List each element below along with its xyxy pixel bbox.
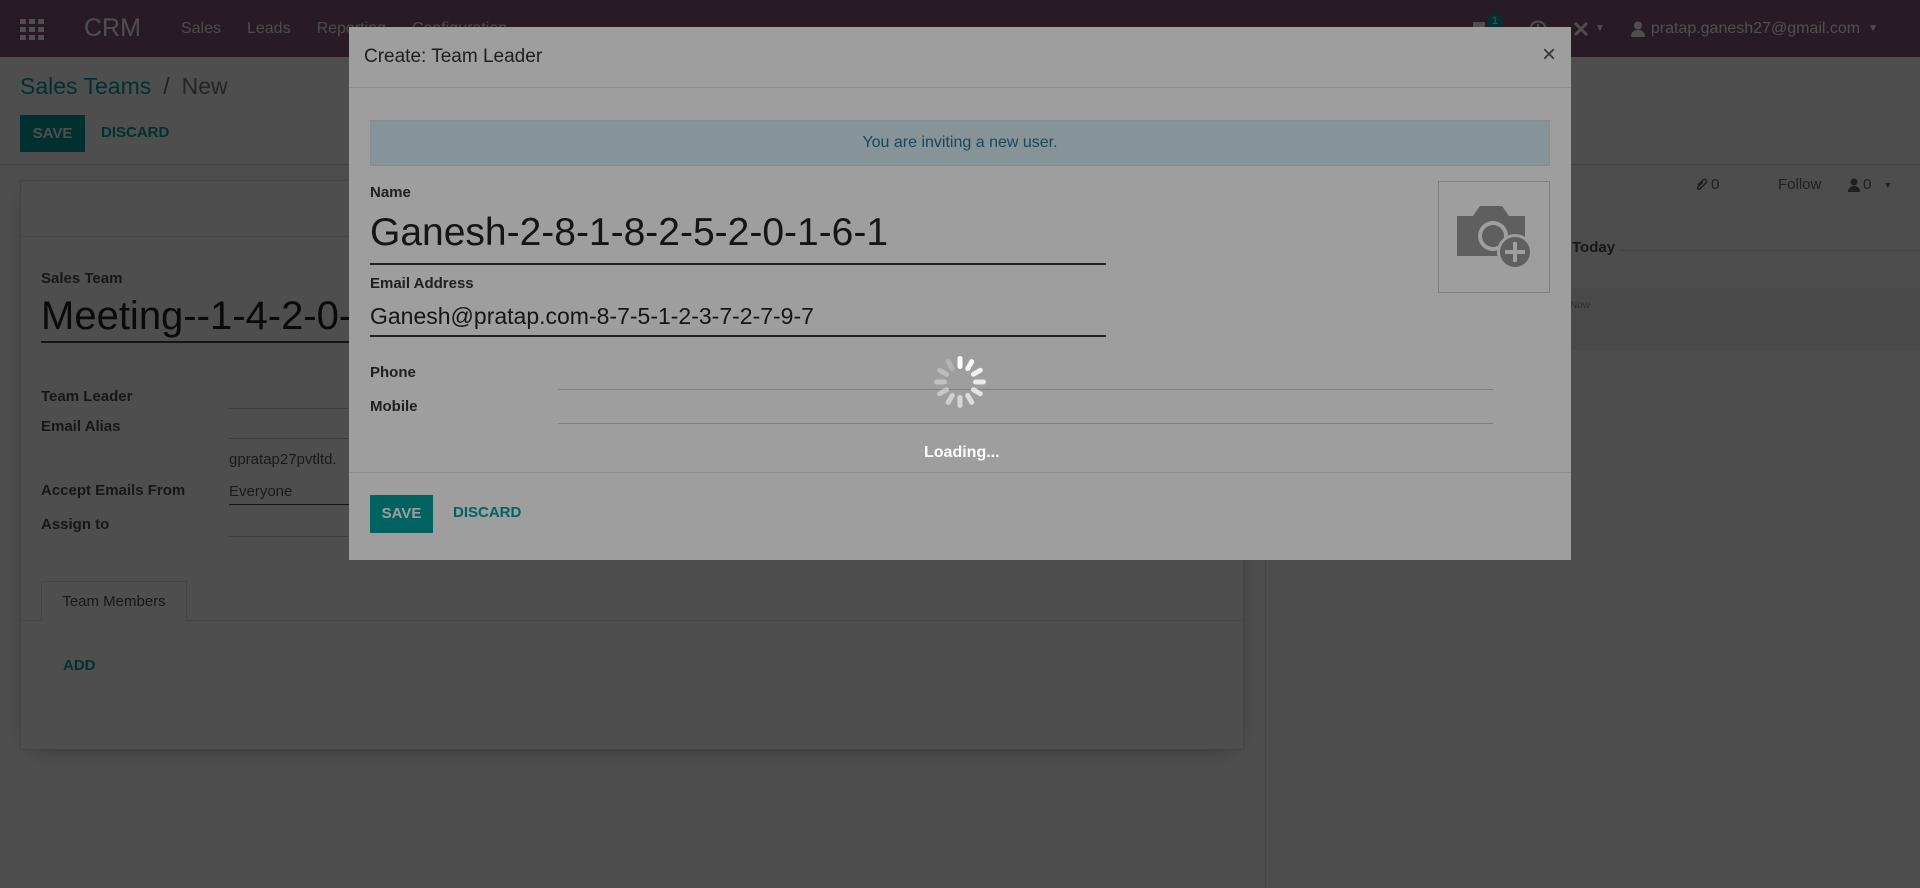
loading-spinner-icon bbox=[934, 356, 986, 408]
loading-text: Loading... bbox=[924, 444, 1000, 461]
